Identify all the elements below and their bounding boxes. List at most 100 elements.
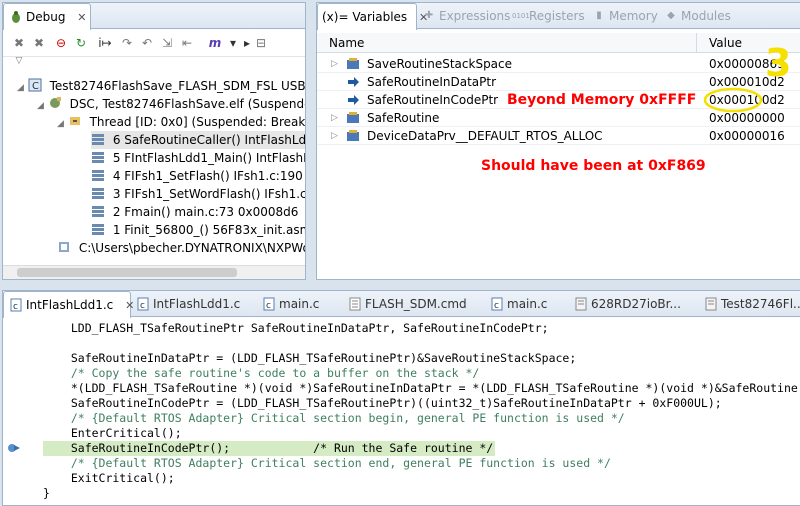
editor-tab[interactable]: 628RD27ioBr... (569, 291, 687, 317)
code-line: SafeRoutineInCodePtr = (LDD_FLASH_TSafeR… (57, 396, 722, 410)
tree-label: 3 FIFsh1_SetWordFlash() IFsh1.c:347 (112, 187, 306, 201)
editor-tab[interactable]: c main.c (257, 291, 325, 317)
variable-row[interactable]: ▷ SaveRoutineStackSpace 0x00000869 (317, 55, 800, 73)
tree-frame[interactable]: 4 FIFsh1_SetFlash() IFsh1.c:190 0x000 (91, 167, 305, 185)
annotation-beyond-memory: Beyond Memory 0xFFFF (507, 92, 697, 108)
c-file-icon: c (262, 297, 276, 311)
editor-tab-active[interactable]: c IntFlashLdd1.c ✕ (3, 291, 134, 318)
code-line: } (43, 486, 50, 500)
text-file-icon (348, 297, 362, 311)
editor-tab-label: IntFlashLdd1.c (26, 298, 114, 312)
debug-view: Debug ✕ ✖ ✖ ⊖ ↻ i↦ ↷ ↶ ⇲ ⇤ m ▾ ▸ ⊟ ▽ ◢ C… (2, 2, 306, 280)
code-line: SafeRoutineInDataPtr = (LDD_FLASH_TSafeR… (57, 351, 577, 365)
thread-icon (69, 117, 80, 125)
stack-frame-icon (92, 170, 104, 181)
document-icon (704, 297, 718, 311)
tree-frame[interactable]: 1 Finit_56800_() 56F83x_init.asm:176 (91, 221, 305, 239)
restart-icon[interactable]: ↻ (73, 35, 89, 51)
collapse-icon[interactable]: ⊟ (253, 35, 269, 51)
tab-debug-label: Debug (26, 10, 66, 24)
tab-debug[interactable]: Debug ✕ (3, 3, 91, 30)
drop-frame-icon[interactable]: ⇲ (159, 35, 175, 51)
editor-tab-label: main.c (507, 297, 548, 311)
stack-frame-icon (92, 224, 104, 235)
process-icon (49, 97, 61, 108)
close-icon[interactable]: ✕ (77, 11, 86, 24)
current-line-highlight: SafeRoutineInCodePtr(); /* Run the Safe … (43, 441, 495, 456)
tree-frame[interactable]: 3 FIFsh1_SetWordFlash() IFsh1.c:347 (91, 185, 306, 203)
variable-name: SafeRoutineInCodePtr (367, 93, 499, 107)
svg-text:C: C (32, 81, 39, 92)
step-into-icon[interactable]: i↦ (97, 35, 113, 51)
variables-view: (x)= Variables ✕ ✚ Expressions 0101 Regi… (316, 2, 800, 280)
tree-process[interactable]: ◢ DSC, Test82746FlashSave.elf (Suspended… (37, 95, 306, 113)
code-line: LDD_FLASH_TSafeRoutinePtr SafeRoutineInD… (57, 321, 549, 335)
registers-icon: 0101 (512, 12, 530, 20)
editor-tab[interactable]: Test82746Fl... (699, 291, 800, 317)
step-over-icon[interactable]: ↷ (119, 35, 135, 51)
tree-frame-selected[interactable]: 6 SafeRoutineCaller() IntFlashLdd1.c (91, 131, 305, 149)
annotation-circle-icon (703, 87, 763, 113)
c-file-icon: c (9, 298, 23, 312)
expand-icon[interactable]: ▷ (331, 109, 338, 127)
chevron-down-icon[interactable]: ▽ (11, 53, 27, 69)
editor-tab-label: IntFlashLdd1.c (153, 297, 241, 311)
stack-frame-icon (92, 152, 104, 163)
editor-tab[interactable]: c IntFlashLdd1.c (131, 291, 246, 317)
tab-modules[interactable]: ◆ Modules (659, 3, 737, 29)
tab-modules-label: Modules (681, 9, 731, 23)
tab-variables-label: (x)= Variables (322, 10, 408, 24)
tree-frame[interactable]: 5 FIntFlashLdd1_Main() IntFlashLdd1 (91, 149, 305, 167)
tree-thread[interactable]: ◢ Thread [ID: 0x0] (Suspended: Breakpoin… (57, 113, 305, 131)
horizontal-scrollbar[interactable] (3, 265, 305, 279)
tree-frame[interactable]: 2 Fmain() main.c:73 0x0008d6 (91, 203, 298, 221)
tab-expressions-label: Expressions (439, 9, 511, 23)
tree-label: 4 FIFsh1_SetFlash() IFsh1.c:190 0x000 (112, 169, 305, 183)
svg-text:c: c (266, 301, 271, 311)
tree-label: 1 Finit_56800_() 56F83x_init.asm:176 (112, 223, 305, 237)
debug-bug-icon (9, 10, 23, 24)
editor-gutter[interactable] (3, 319, 17, 505)
memory-icon: ▮ (596, 10, 602, 21)
editor-tab[interactable]: c main.c (485, 291, 553, 317)
tree-label: 2 Fmain() main.c:73 0x0008d6 (112, 205, 299, 219)
stack-frame-icon (92, 188, 104, 199)
tab-memory[interactable]: ▮ Memory (587, 3, 664, 29)
column-header-name[interactable]: Name (317, 33, 697, 53)
tab-registers-label: Registers (529, 9, 585, 23)
svg-text:c: c (494, 301, 499, 311)
tree-launch[interactable]: ◢ C Test82746FlashSave_FLASH_SDM_FSL USB… (17, 77, 305, 95)
expand-icon[interactable]: ▷ (331, 55, 338, 73)
step-return-icon[interactable]: ↶ (139, 35, 155, 51)
tab-expressions[interactable]: ✚ Expressions (417, 3, 516, 29)
code-comment: /* Copy the safe routine's code to a buf… (57, 366, 480, 380)
c-project-icon: C (28, 78, 42, 92)
editor-tab[interactable]: FLASH_SDM.cmd (343, 291, 473, 317)
struct-variable-icon (347, 130, 359, 141)
code-line: ExitCritical(); (57, 471, 175, 485)
variable-name: SafeRoutineInDataPtr (367, 75, 497, 89)
code-comment: /* {Default RTOS Adapter} Critical secti… (57, 411, 625, 425)
suspend-icon[interactable]: ⊖ (53, 35, 69, 51)
instruction-pointer-icon (8, 444, 20, 452)
scrollbar-thumb[interactable] (17, 268, 237, 277)
remove-launch-icon[interactable]: ✖ (11, 35, 27, 51)
pointer-variable-icon (348, 95, 359, 105)
code-line: *(LDD_FLASH_TSafeRoutine *)(void *)SafeR… (57, 381, 800, 395)
editor-area: c IntFlashLdd1.c ✕ c IntFlashLdd1.c c ma… (2, 290, 800, 506)
tab-registers[interactable]: 0101 Registers (507, 3, 591, 29)
tree-label: DSC, Test82746FlashSave.elf (Suspended) (69, 97, 306, 111)
tree-executable[interactable]: C:\Users\pbecher.DYNATRONIX\NXPWorks (57, 239, 305, 257)
variable-row[interactable]: ▷ DeviceDataPrv__DEFAULT_RTOS_ALLOC 0x00… (317, 127, 800, 145)
expand-icon[interactable]: ▷ (331, 127, 338, 145)
step-filter-icon[interactable]: ⇤ (179, 35, 195, 51)
c-file-icon: c (490, 297, 504, 311)
tab-variables[interactable]: (x)= Variables ✕ (317, 3, 428, 30)
debug-toolbar: ✖ ✖ ⊖ ↻ i↦ ↷ ↶ ⇲ ⇤ m ▾ ▸ ⊟ ▽ (3, 29, 305, 66)
variable-value[interactable]: 0x00000016 (709, 127, 785, 145)
variable-name: DeviceDataPrv__DEFAULT_RTOS_ALLOC (367, 129, 603, 143)
remove-all-icon[interactable]: ✖ (31, 35, 47, 51)
instruction-mode-icon[interactable]: m (207, 35, 223, 51)
variable-name: SafeRoutine (367, 111, 440, 125)
code-line: EnterCritical(); (57, 426, 182, 440)
